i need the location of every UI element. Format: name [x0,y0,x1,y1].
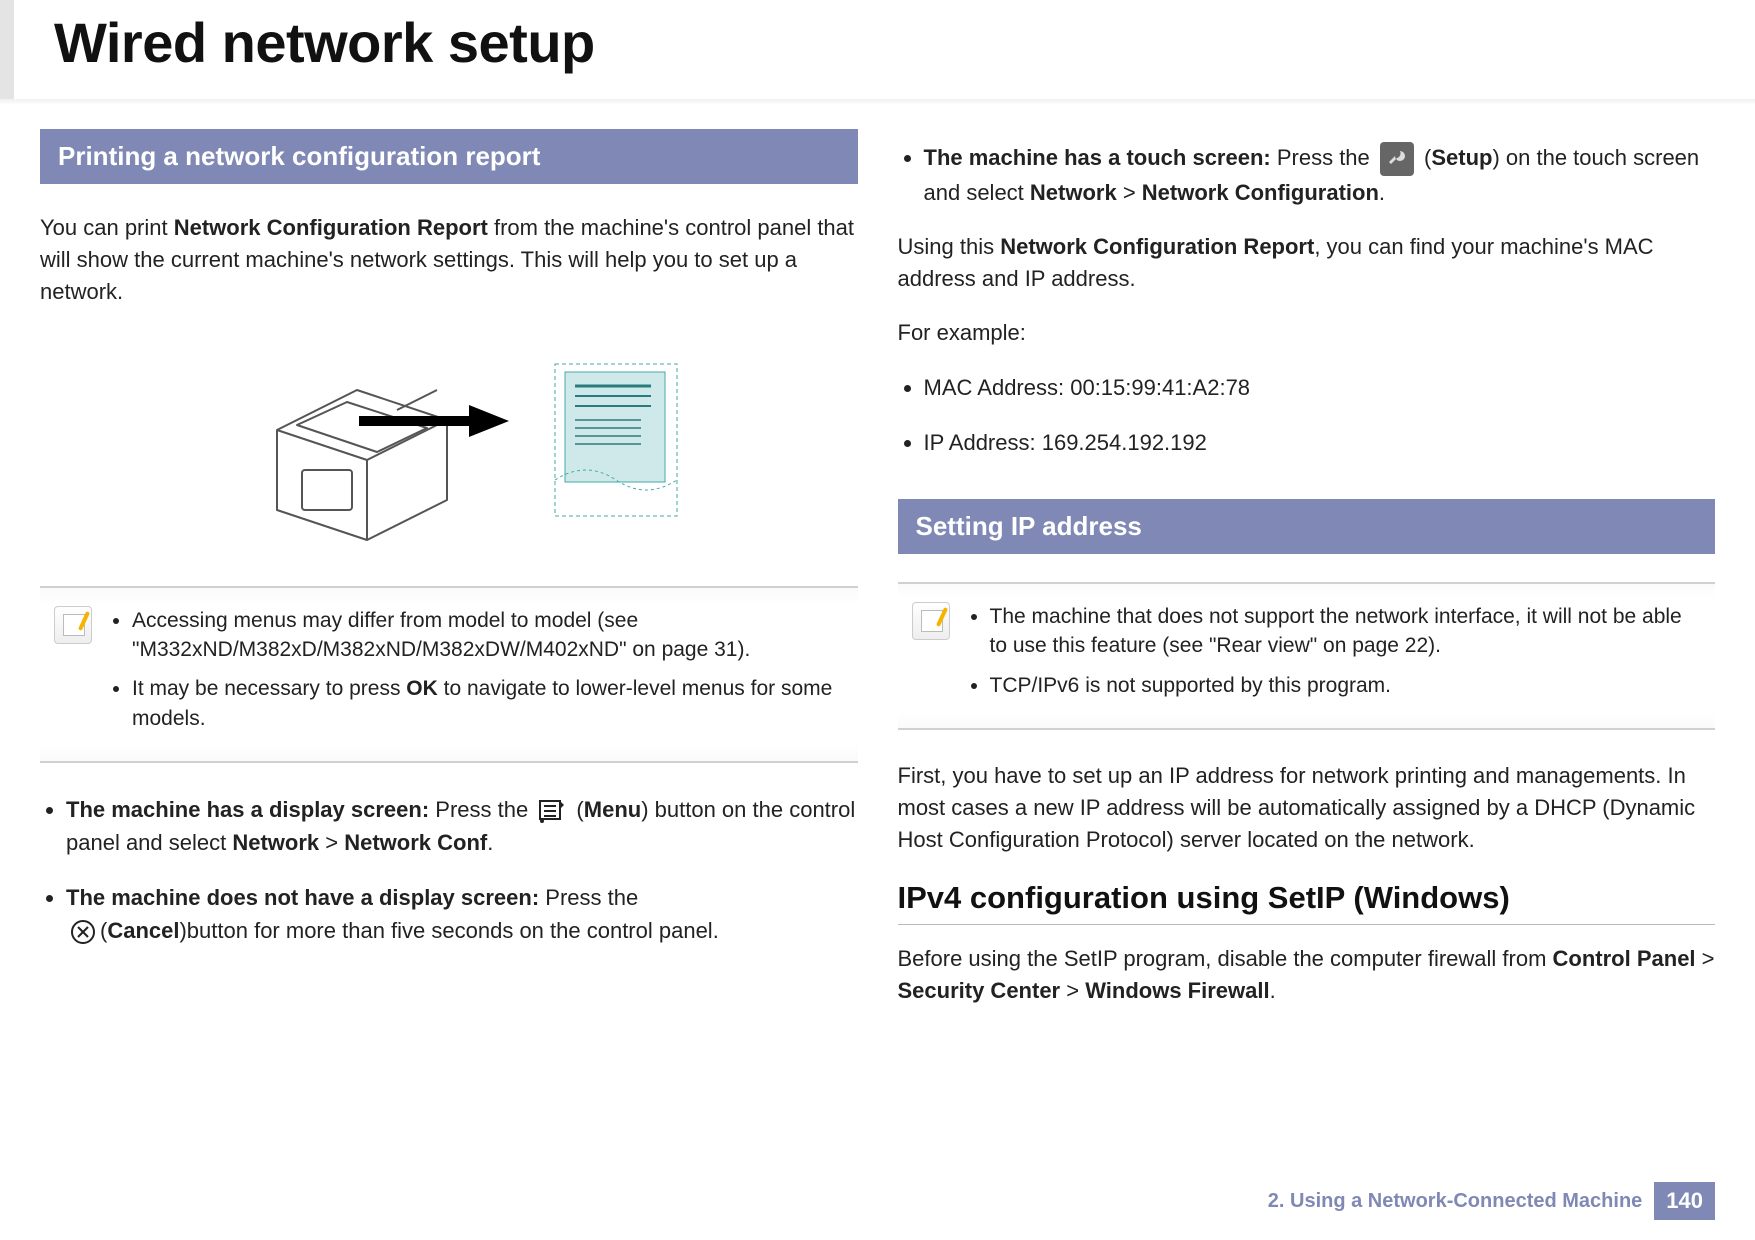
bullet2-text-b: )button for more than five seconds on th… [179,918,718,943]
before-paragraph: Before using the SetIP program, disable … [898,943,1716,1007]
left-column: Printing a network configuration report … [40,129,858,1028]
bullet3-path1: Network [1030,180,1117,205]
before-prefix: Before using the SetIP program, disable … [898,946,1553,971]
illustration-row [70,330,858,550]
machine-type-list-cont: The machine has a touch screen: Press th… [898,141,1716,209]
intro-prefix: You can print [40,215,174,240]
note2-prefix: It may be necessary to press [132,677,406,700]
setup-wrench-icon [1380,142,1414,176]
bullet3-path2: Network Configuration [1142,180,1379,205]
menu-label: Menu [584,797,641,822]
before-gt1: > [1696,946,1715,971]
note-box-ip: The machine that does not support the ne… [898,582,1716,730]
note-item-ipv6: TCP/IPv6 is not supported by this progra… [990,671,1696,700]
bullet-touch-screen: The machine has a touch screen: Press th… [924,141,1716,209]
bullet-no-display-screen: The machine does not have a display scre… [66,881,858,947]
footer-page-number: 140 [1654,1182,1715,1220]
note-pencil-icon [912,602,950,640]
note-item-interface: The machine that does not support the ne… [990,602,1696,661]
first-paragraph: First, you have to set up an IP address … [898,760,1716,856]
bullet1-text-a: Press the [429,797,534,822]
section-heading-setting-ip: Setting IP address [898,499,1716,554]
for-example-label: For example: [898,317,1716,349]
note-item-ok: It may be necessary to press OK to navig… [132,674,838,733]
bullet3-period: . [1379,180,1385,205]
bullet1-lead: The machine has a display screen: [66,797,429,822]
note2-ok: OK [406,677,438,700]
menu-icon [538,799,566,823]
setup-label: Setup [1431,145,1492,170]
section-heading-print-report: Printing a network configuration report [40,129,858,184]
bullet3-lead: The machine has a touch screen: [924,145,1271,170]
footer-chapter: 2. Using a Network-Connected Machine [1268,1190,1643,1213]
note-box-menus: Accessing menus may differ from model to… [40,586,858,764]
mac-address-line: MAC Address: 00:15:99:41:A2:78 [924,371,1716,404]
before-p1: Control Panel [1553,946,1696,971]
bullet2-lead: The machine does not have a display scre… [66,885,539,910]
bullet3-text-a: Press the [1271,145,1376,170]
before-p2: Security Center [898,978,1061,1003]
before-p3: Windows Firewall [1085,978,1269,1003]
intro-term: Network Configuration Report [174,215,488,240]
cancel-icon [70,919,96,945]
example-list: MAC Address: 00:15:99:41:A2:78 IP Addres… [898,371,1716,459]
right-column: The machine has a touch screen: Press th… [898,129,1716,1028]
bullet2-text-a: Press the [539,885,638,910]
report-page-illustration [551,360,681,520]
machine-type-list: The machine has a display screen: Press … [40,793,858,947]
note-list: Accessing menus may differ from model to… [110,606,838,744]
bullet1-path1: Network [232,830,319,855]
page-footer: 2. Using a Network-Connected Machine 140 [1268,1182,1715,1220]
before-gt2: > [1060,978,1085,1003]
bullet1-path2: Network Conf [344,830,487,855]
bullet3-gt1: > [1117,180,1142,205]
ip-address-line: IP Address: 169.254.192.192 [924,426,1716,459]
header-divider [0,99,1755,105]
note-pencil-icon [54,606,92,644]
bullet-display-screen: The machine has a display screen: Press … [66,793,858,859]
page-title: Wired network setup [54,10,1715,75]
intro-paragraph: You can print Network Configuration Repo… [40,212,858,308]
using-term: Network Configuration Report [1000,234,1314,259]
cancel-label: Cancel [107,918,179,943]
page-header: Wired network setup [0,0,1755,99]
using-prefix: Using this [898,234,1001,259]
note-list-ip: The machine that does not support the ne… [968,602,1696,710]
content-columns: Printing a network configuration report … [0,129,1755,1028]
bullet1-period: . [487,830,493,855]
subheading-ipv4-setip: IPv4 configuration using SetIP (Windows) [898,880,1716,925]
note-item-models: Accessing menus may differ from model to… [132,606,838,665]
arrow-icon [489,428,559,452]
bullet1-gt1: > [319,830,344,855]
using-paragraph: Using this Network Configuration Report,… [898,231,1716,295]
before-period: . [1270,978,1276,1003]
